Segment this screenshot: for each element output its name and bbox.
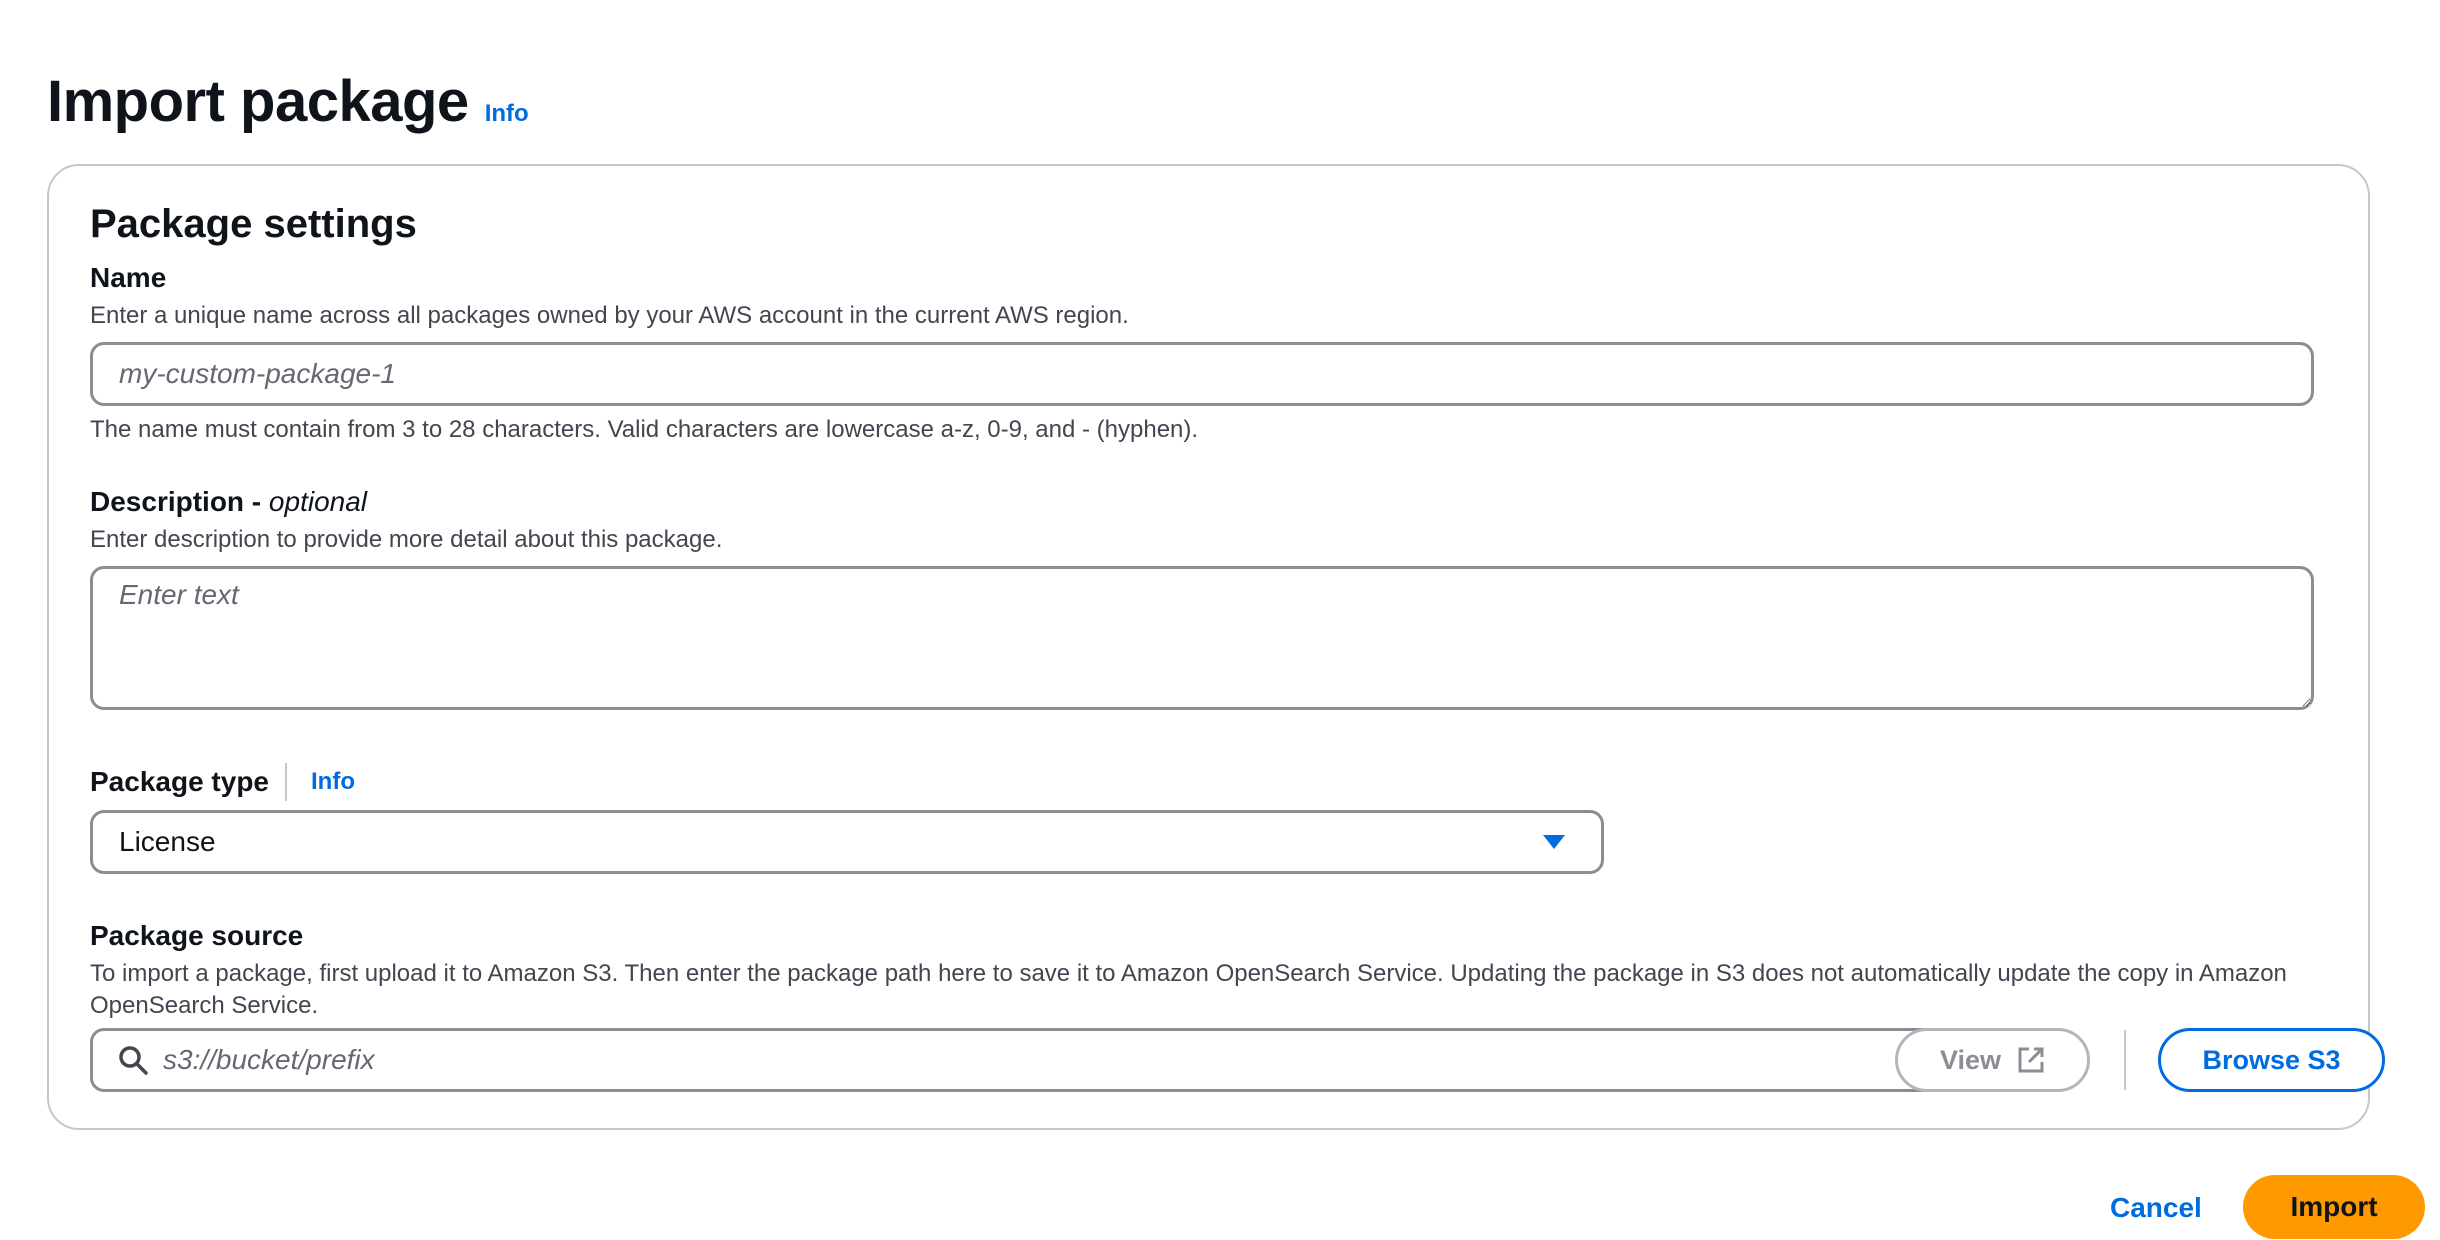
external-link-icon xyxy=(2017,1046,2045,1074)
description-help-text: Enter description to provide more detail… xyxy=(90,526,723,553)
page-header: Import package Info xyxy=(47,62,529,142)
package-type-label: Package type xyxy=(90,766,269,797)
package-type-select[interactable]: License xyxy=(90,810,1604,874)
s3-path-search[interactable] xyxy=(90,1028,1954,1092)
package-settings-container: Package settings Name Enter a unique nam… xyxy=(47,164,2385,1130)
package-settings-title: Package settings xyxy=(90,202,417,246)
name-label: Name xyxy=(90,262,167,293)
package-type-divider xyxy=(285,763,287,801)
import-button[interactable]: Import xyxy=(2243,1175,2425,1239)
description-label: Description - optional xyxy=(90,484,367,520)
package-source-label: Package source xyxy=(90,920,304,951)
view-button[interactable]: View xyxy=(1895,1028,2090,1092)
cancel-button[interactable]: Cancel xyxy=(2110,1188,2202,1228)
header-info-link[interactable]: Info xyxy=(485,100,529,128)
package-source-description: To import a package, first upload it to … xyxy=(90,960,2287,1019)
page-title: Import package xyxy=(47,69,469,134)
name-constraint-text: The name must contain from 3 to 28 chara… xyxy=(90,416,1199,443)
import-package-page: Import package Info Package settings Nam… xyxy=(0,0,2440,1240)
package-type-selected-value: License xyxy=(119,826,216,857)
description-label-text: Description - xyxy=(90,486,269,517)
description-textarea[interactable] xyxy=(90,566,2314,710)
optional-label: optional xyxy=(268,486,368,517)
name-input[interactable] xyxy=(90,342,2314,406)
package-type-header: Package type Info xyxy=(90,762,355,802)
view-button-label: View xyxy=(1939,1044,2002,1075)
browse-s3-button[interactable]: Browse S3 xyxy=(2158,1028,2385,1092)
package-type-info-link[interactable]: Info xyxy=(311,768,355,796)
s3-actions-divider xyxy=(2124,1030,2126,1090)
search-icon xyxy=(115,1042,151,1078)
name-description: Enter a unique name across all packages … xyxy=(90,302,1129,329)
s3-path-input[interactable] xyxy=(161,1043,1951,1077)
caret-down-icon xyxy=(1543,835,1565,849)
